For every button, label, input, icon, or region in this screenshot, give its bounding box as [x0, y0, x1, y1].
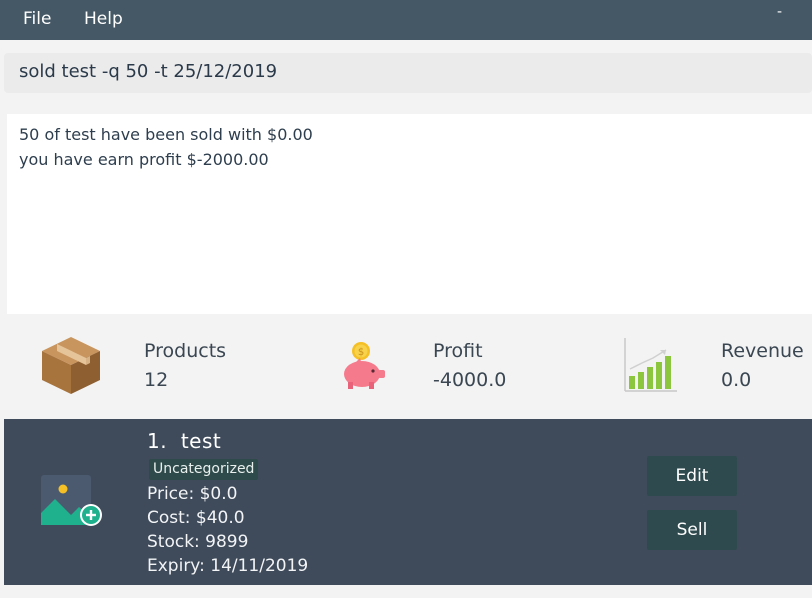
- revenue-label: Revenue: [721, 340, 804, 362]
- result-display: 50 of test have been sold with $0.00 you…: [7, 114, 812, 314]
- profit-label: Profit: [433, 340, 483, 362]
- profit-value: -4000.0: [433, 369, 507, 391]
- minimize-button[interactable]: -: [777, 4, 782, 20]
- product-index: 1.: [147, 429, 168, 453]
- svg-text:$: $: [358, 347, 364, 358]
- product-card[interactable]: 1. test Uncategorized Price: $0.0 Cost: …: [4, 419, 812, 585]
- menu-file[interactable]: File: [23, 9, 51, 29]
- result-line: you have earn profit $-2000.00: [19, 150, 269, 169]
- product-name: test: [180, 429, 222, 453]
- products-label: Products: [144, 340, 227, 362]
- result-line: 50 of test have been sold with $0.00: [19, 125, 313, 144]
- product-stock: Stock: 9899: [147, 532, 249, 552]
- category-tag: Uncategorized: [149, 459, 259, 480]
- command-input[interactable]: sold test -q 50 -t 25/12/2019: [4, 53, 812, 93]
- box-icon: [42, 337, 100, 394]
- bottom-strip: [0, 585, 812, 598]
- products-value: 12: [144, 369, 169, 391]
- stats-panel: Products 12 $ Profit -4000.0 Revenue 0.0: [0, 322, 812, 412]
- edit-button[interactable]: Edit: [647, 456, 737, 496]
- product-title: 1. test: [147, 429, 221, 453]
- piggy-bank-icon: $: [344, 342, 385, 389]
- product-price: Price: $0.0: [147, 484, 238, 504]
- add-image-icon[interactable]: [41, 475, 107, 531]
- sell-button[interactable]: Sell: [647, 510, 737, 550]
- menu-bar: File Help -: [0, 0, 812, 40]
- bar-chart-icon: [624, 338, 677, 392]
- product-cost: Cost: $40.0: [147, 508, 245, 528]
- product-expiry: Expiry: 14/11/2019: [147, 556, 309, 576]
- revenue-value: 0.0: [721, 369, 752, 391]
- menu-help[interactable]: Help: [84, 9, 123, 29]
